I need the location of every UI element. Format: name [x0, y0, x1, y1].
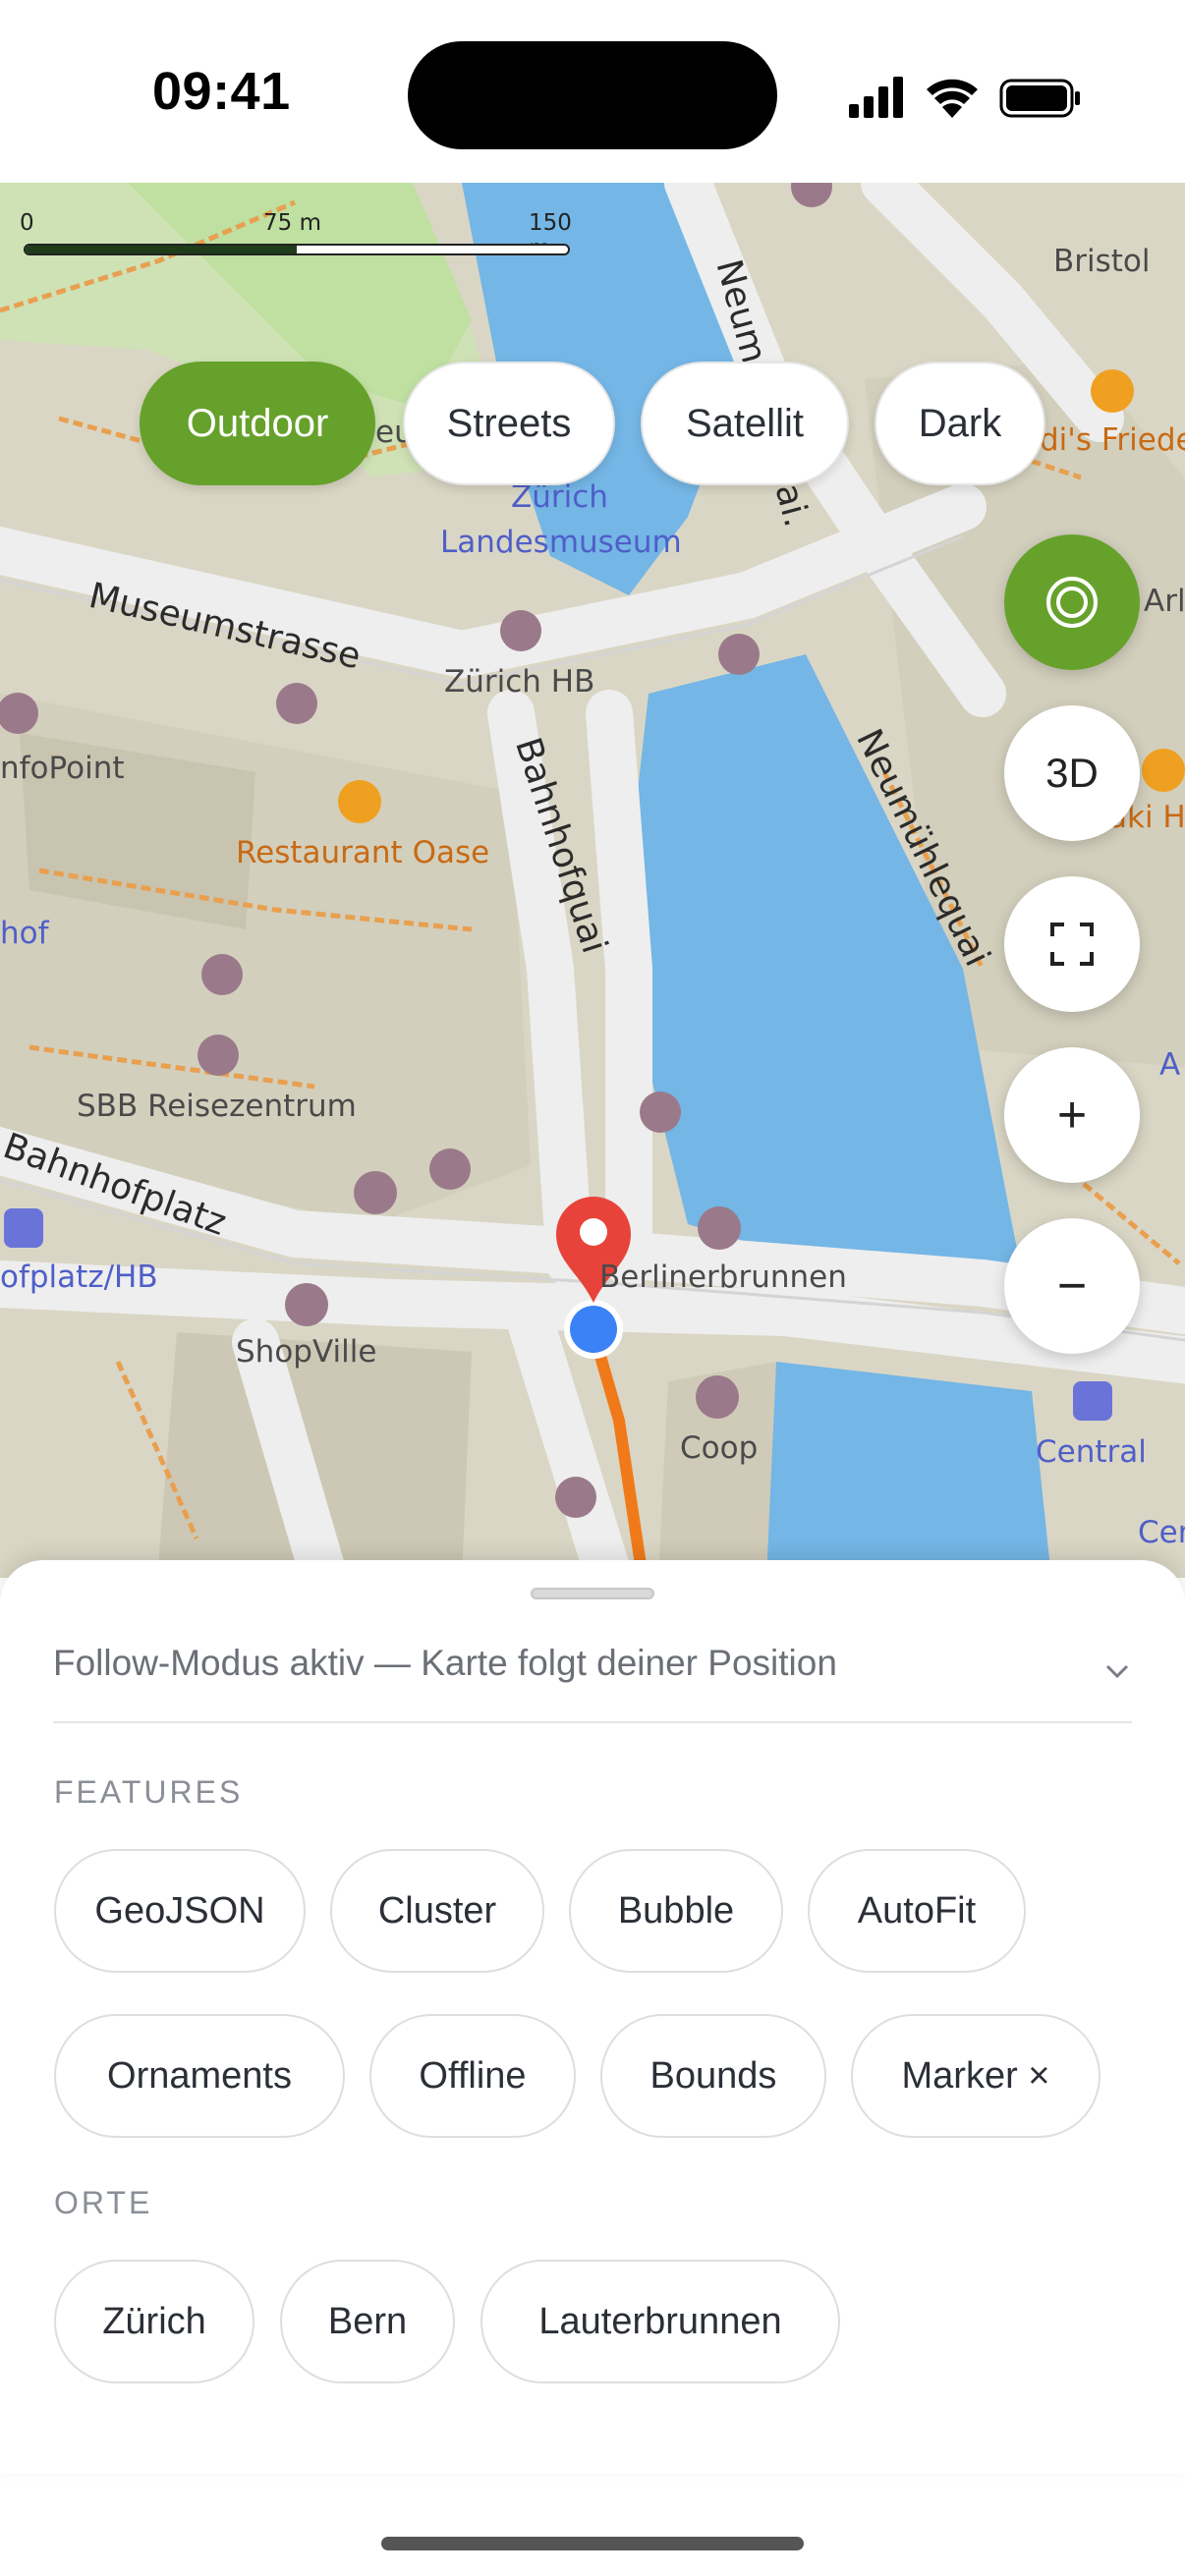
feature-chip-ornaments[interactable]: Ornaments [54, 2014, 345, 2138]
poi-label-cen: Cen [1138, 1515, 1185, 1550]
feature-chip-marker[interactable]: Marker × [851, 2014, 1100, 2138]
feature-chip-cluster[interactable]: Cluster [330, 1849, 544, 1973]
style-pill-satellit[interactable]: Satellit [641, 362, 849, 485]
feature-chip-autofit[interactable]: AutoFit [808, 1849, 1026, 1973]
status-bar: 09:41 [0, 0, 1185, 183]
style-pill-streets[interactable]: Streets [403, 362, 615, 485]
status-time: 09:41 [152, 62, 291, 121]
follow-mode-row[interactable]: Follow-Modus aktiv — Karte folgt deiner … [53, 1643, 1132, 1723]
poi-label-ofplatz-hb: ofplatz/HB [0, 1260, 158, 1295]
follow-mode-text: Follow-Modus aktiv — Karte folgt deiner … [53, 1643, 837, 1683]
scale-tick-mid: 75 m [263, 210, 321, 236]
poi-label-shopville: ShopVille [236, 1334, 377, 1370]
locate-button[interactable] [1004, 534, 1140, 670]
dynamic-island [408, 41, 777, 149]
battery-icon [999, 79, 1080, 118]
poi-label-zurich-hb: Zürich HB [444, 664, 595, 700]
poi-label-hof: hof [0, 916, 49, 951]
poi-label-central: Central [1036, 1434, 1147, 1470]
fullscreen-button[interactable] [1004, 876, 1140, 1012]
fullscreen-icon [1050, 923, 1094, 966]
scale-tick-0: 0 [20, 210, 34, 236]
poi-label-landesmuseum: Landesmuseum [440, 525, 682, 560]
poi-label-restaurant-oase: Restaurant Oase [236, 835, 490, 870]
locate-icon [1046, 577, 1098, 628]
feature-chip-bounds[interactable]: Bounds [600, 2014, 826, 2138]
zoom-in-button[interactable]: + [1004, 1047, 1140, 1183]
style-pill-outdoor[interactable]: Outdoor [140, 362, 375, 485]
place-chip-bern[interactable]: Bern [280, 2260, 455, 2383]
zoom-out-button[interactable]: − [1004, 1218, 1140, 1354]
wifi-icon [927, 79, 978, 118]
signal-icon [849, 77, 903, 118]
feature-chip-bubble[interactable]: Bubble [569, 1849, 783, 1973]
poi-label-arl: Arl [1144, 584, 1185, 619]
sheet-grabber[interactable] [531, 1588, 654, 1599]
poi-label-a: A [1159, 1047, 1181, 1083]
features-heading: FEATURES [54, 1774, 244, 1810]
place-chip-lauterbrunnen[interactable]: Lauterbrunnen [480, 2260, 840, 2383]
poi-label-coop: Coop [680, 1430, 759, 1466]
place-chip-zurich[interactable]: Zürich [54, 2260, 254, 2383]
poi-label-berlinerbrunnen: Berlinerbrunnen [599, 1260, 847, 1295]
scale-bar: 0 75 m 150 m [20, 210, 572, 261]
status-icons [849, 77, 1080, 118]
map-view[interactable]: 0 75 m 150 m Museumstrasse Bahnhofquai N… [0, 183, 1185, 1578]
feature-chip-offline[interactable]: Offline [369, 2014, 576, 2138]
places-heading: ORTE [54, 2185, 153, 2220]
poi-label-bristol: Bristol [1053, 244, 1151, 279]
bottom-sheet[interactable]: Follow-Modus aktiv — Karte folgt deiner … [0, 1560, 1185, 2474]
home-indicator [381, 2537, 804, 2550]
poi-label-sbb-reisezentrum: SBB Reisezentrum [77, 1089, 357, 1124]
poi-label-infopoint: nfoPoint [0, 751, 125, 786]
location-dot [570, 1306, 617, 1353]
style-pill-dark[interactable]: Dark [875, 362, 1045, 485]
feature-chip-geojson[interactable]: GeoJSON [54, 1849, 306, 1973]
three-d-button[interactable]: 3D [1004, 705, 1140, 841]
poi-label-friede: di's Friede [1040, 422, 1185, 458]
chevron-down-icon[interactable] [1102, 1656, 1132, 1686]
scale-bar-line [24, 244, 570, 255]
